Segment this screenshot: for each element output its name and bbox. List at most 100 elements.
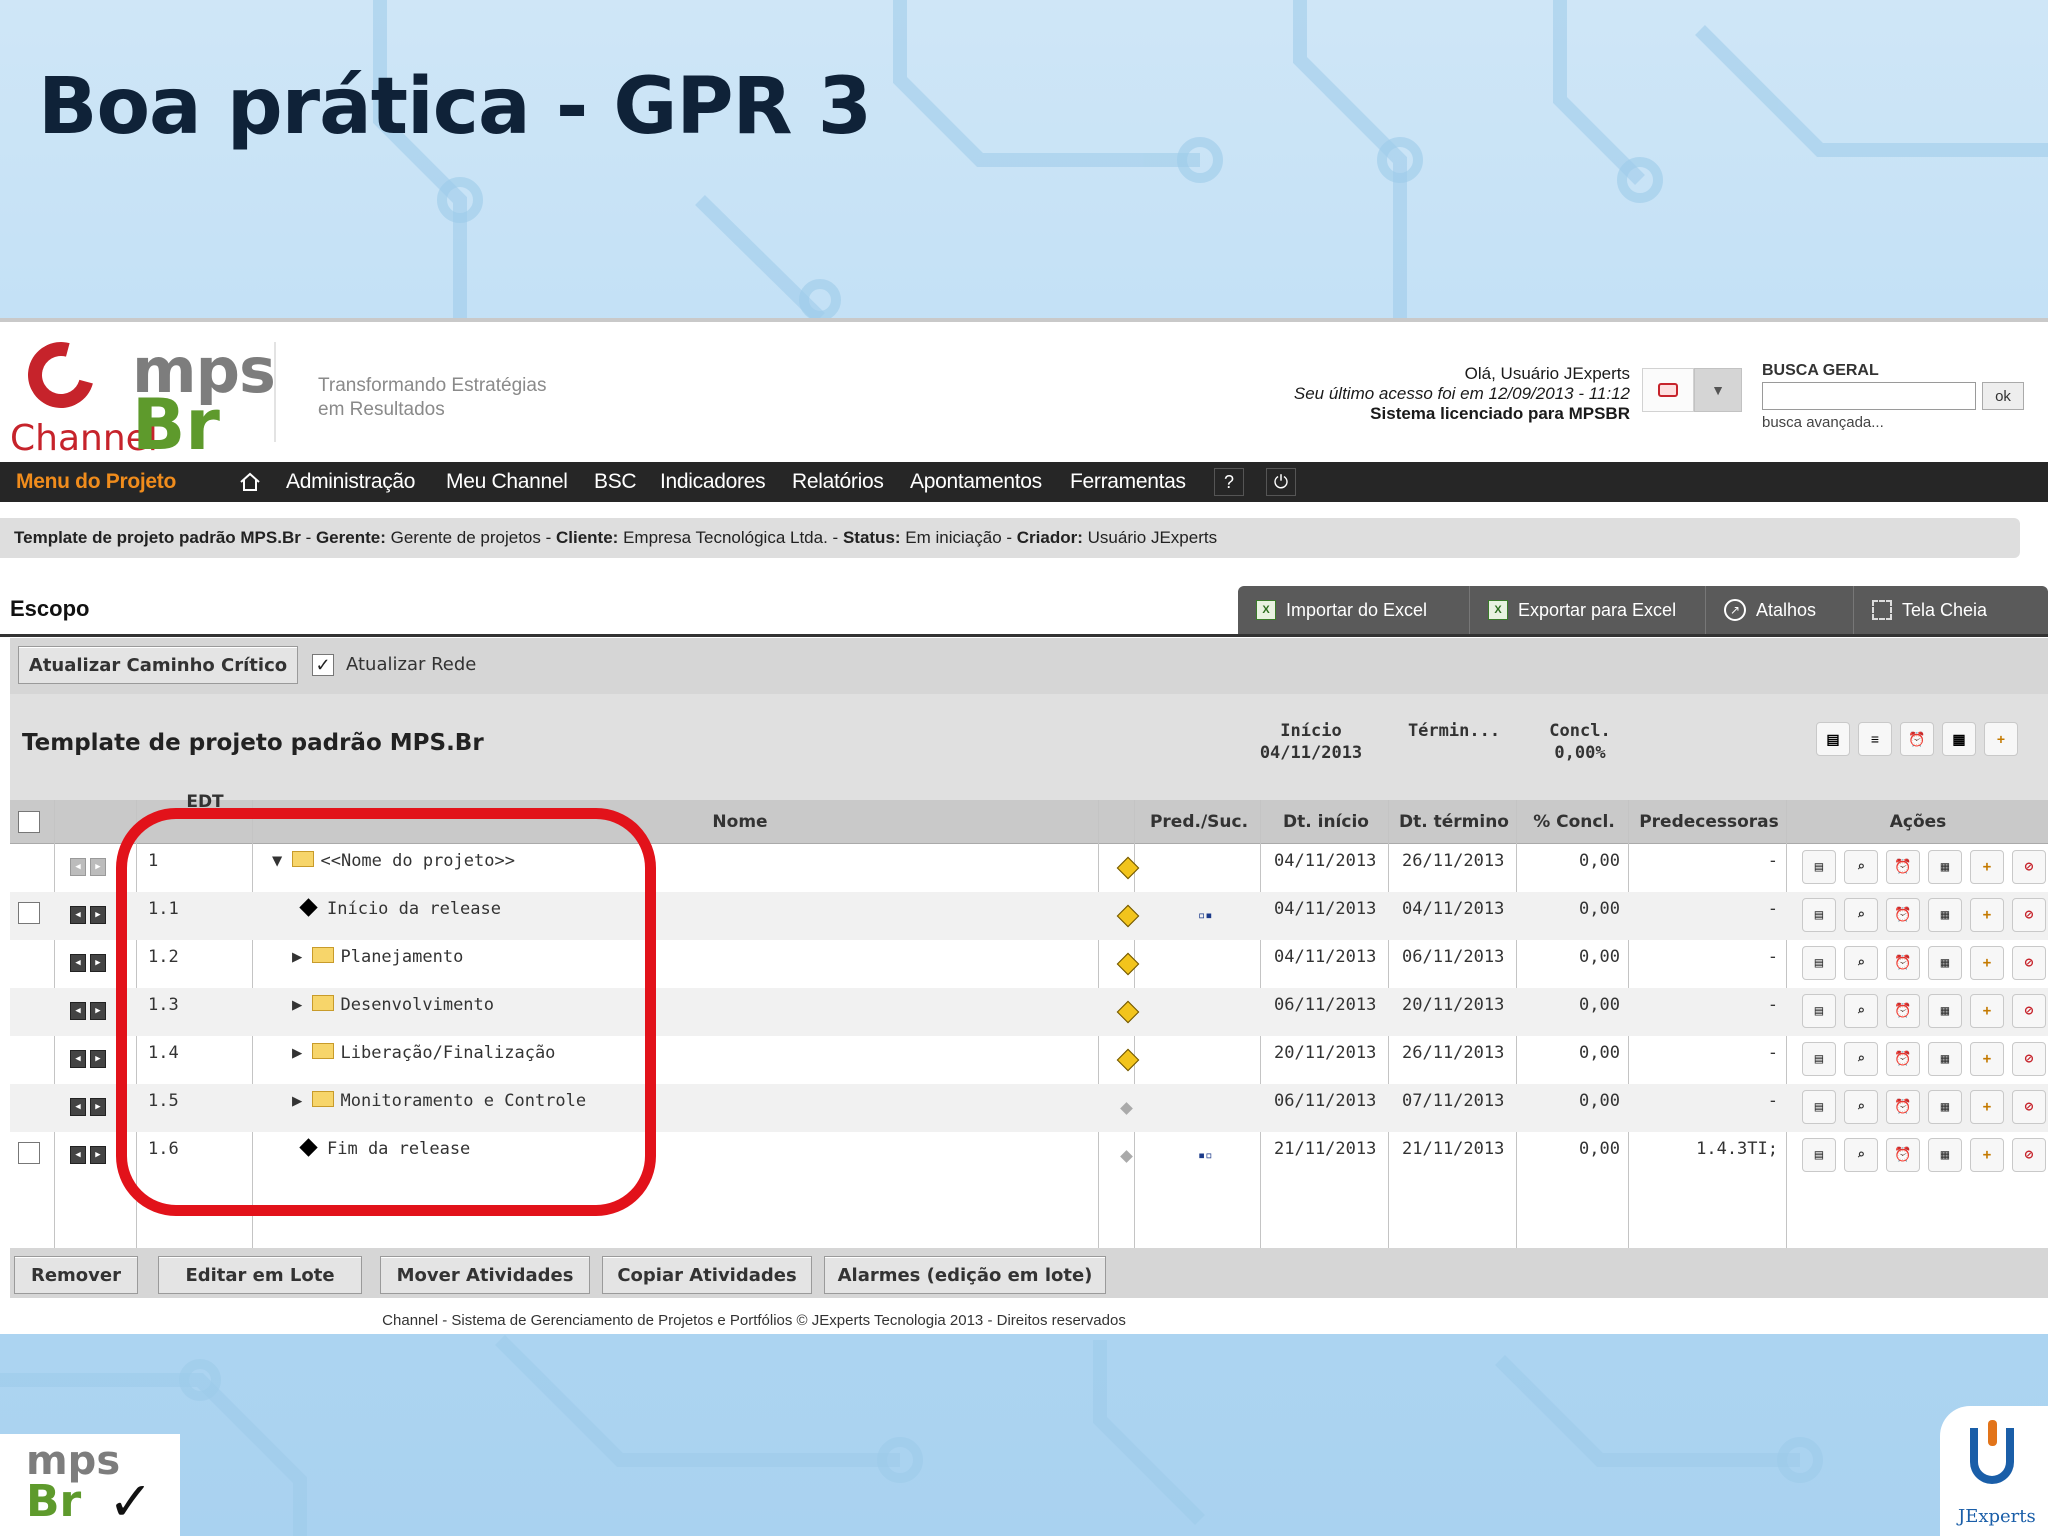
search-icon[interactable]: ⌕ xyxy=(1844,1042,1878,1076)
report-icon[interactable]: ▤ xyxy=(1802,994,1836,1028)
move-left-icon[interactable]: ◀ xyxy=(70,1098,86,1116)
shortcuts-button[interactable]: ↗ Atalhos xyxy=(1706,586,1854,634)
calendar-edit-icon[interactable]: ▦ xyxy=(1928,1042,1962,1076)
calendar-edit-icon[interactable]: ▦ xyxy=(1928,898,1962,932)
row-checkbox[interactable] xyxy=(18,1142,40,1164)
dependency-icon[interactable]: ▪▫ xyxy=(1198,1148,1212,1162)
add-sp-icon[interactable]: + xyxy=(1970,898,2004,932)
add-sp-icon[interactable]: + xyxy=(1970,850,2004,884)
search-input[interactable] xyxy=(1762,382,1976,410)
add-sp-icon[interactable]: + xyxy=(1970,1090,2004,1124)
nav-apontamentos[interactable]: Apontamentos xyxy=(910,462,1042,502)
report-icon[interactable]: ▤ xyxy=(1802,1138,1836,1172)
search-icon[interactable]: ⌕ xyxy=(1844,898,1878,932)
delete-icon[interactable]: ⊘ xyxy=(2012,1138,2046,1172)
export-excel-button[interactable]: X Exportar para Excel xyxy=(1470,586,1706,634)
move-left-icon[interactable]: ◀ xyxy=(70,858,86,876)
bulk-alarms-button[interactable]: Alarmes (edição em lote) xyxy=(824,1256,1106,1294)
nav-bsc[interactable]: BSC xyxy=(594,462,637,502)
alarm-icon[interactable]: ⏰ xyxy=(1886,994,1920,1028)
report-icon[interactable]: ▤ xyxy=(1802,1090,1836,1124)
update-network-checkbox[interactable]: ✓ xyxy=(312,654,334,676)
move-right-icon[interactable]: ▶ xyxy=(90,1002,106,1020)
calendar-edit-icon[interactable]: ▦ xyxy=(1928,994,1962,1028)
move-right-icon[interactable]: ▶ xyxy=(90,1050,106,1068)
channel-logo[interactable]: Channel mps Br xyxy=(8,329,278,466)
report-icon[interactable]: ▤ xyxy=(1816,722,1850,756)
move-right-icon[interactable]: ▶ xyxy=(90,906,106,924)
search-icon[interactable]: ⌕ xyxy=(1844,1138,1878,1172)
delete-icon[interactable]: ⊘ xyxy=(2012,994,2046,1028)
report-icon[interactable]: ▤ xyxy=(1802,898,1836,932)
add-sp-icon[interactable]: + xyxy=(1970,946,2004,980)
delete-icon[interactable]: ⊘ xyxy=(2012,1090,2046,1124)
search-icon[interactable]: ⌕ xyxy=(1844,1090,1878,1124)
col-dt-inicio[interactable]: Dt. início xyxy=(1262,800,1390,844)
move-right-icon[interactable]: ▶ xyxy=(90,1098,106,1116)
nav-ferramentas[interactable]: Ferramentas xyxy=(1070,462,1186,502)
calendar-edit-icon[interactable]: ▦ xyxy=(1928,1090,1962,1124)
nav-relatorios[interactable]: Relatórios xyxy=(792,462,884,502)
report-icon[interactable]: ▤ xyxy=(1802,946,1836,980)
move-left-icon[interactable]: ◀ xyxy=(70,1002,86,1020)
delete-icon[interactable]: ⊘ xyxy=(2012,1042,2046,1076)
delete-icon[interactable]: ⊘ xyxy=(2012,946,2046,980)
power-icon[interactable]: ⏻ xyxy=(1266,468,1296,496)
alarm-icon[interactable]: ⏰ xyxy=(1886,850,1920,884)
add-sp-icon[interactable]: + xyxy=(1970,994,2004,1028)
move-right-icon[interactable]: ▶ xyxy=(90,954,106,972)
add-sp-icon[interactable]: + xyxy=(1984,722,2018,756)
move-left-icon[interactable]: ◀ xyxy=(70,1146,86,1164)
add-sp-icon[interactable]: + xyxy=(1970,1042,2004,1076)
copy-activities-button[interactable]: Copiar Atividades xyxy=(602,1256,812,1294)
select-all-checkbox[interactable] xyxy=(18,811,40,833)
nav-administracao[interactable]: Administração xyxy=(286,462,415,502)
nav-meu-channel[interactable]: Meu Channel xyxy=(446,462,568,502)
col-pred-suc[interactable]: Pred./Suc. xyxy=(1136,800,1262,844)
home-icon[interactable] xyxy=(236,462,264,502)
alarm-icon[interactable]: ⏰ xyxy=(1886,898,1920,932)
move-left-icon[interactable]: ◀ xyxy=(70,906,86,924)
move-right-icon[interactable]: ▶ xyxy=(90,858,106,876)
move-right-icon[interactable]: ▶ xyxy=(90,1146,106,1164)
col-predecessoras[interactable]: Predecessoras xyxy=(1630,800,1788,844)
search-icon[interactable]: ⌕ xyxy=(1844,946,1878,980)
delete-icon[interactable]: ⊘ xyxy=(2012,850,2046,884)
col-concl[interactable]: % Concl. xyxy=(1518,800,1630,844)
gantt-icon[interactable]: ≡ xyxy=(1858,722,1892,756)
alarm-icon[interactable]: ⏰ xyxy=(1886,946,1920,980)
report-icon[interactable]: ▤ xyxy=(1802,1042,1836,1076)
calendar-edit-icon[interactable]: ▦ xyxy=(1928,946,1962,980)
advanced-search-link[interactable]: busca avançada... xyxy=(1762,414,1884,431)
fullscreen-button[interactable]: Tela Cheia xyxy=(1854,586,2048,634)
calendar-edit-icon[interactable]: ▦ xyxy=(1942,722,1976,756)
col-nome[interactable]: Nome xyxy=(650,800,830,844)
col-dt-termino[interactable]: Dt. término xyxy=(1390,800,1518,844)
search-icon[interactable]: ⌕ xyxy=(1844,994,1878,1028)
row-checkbox[interactable] xyxy=(18,902,40,924)
alarm-icon[interactable]: ⏰ xyxy=(1900,722,1934,756)
report-icon[interactable]: ▤ xyxy=(1802,850,1836,884)
calendar-edit-icon[interactable]: ▦ xyxy=(1928,850,1962,884)
dependency-icon[interactable]: ▫▪ xyxy=(1198,908,1212,922)
calendar-edit-icon[interactable]: ▦ xyxy=(1928,1138,1962,1172)
nav-menu-projeto[interactable]: Menu do Projeto xyxy=(16,462,176,502)
search-ok-button[interactable]: ok xyxy=(1982,382,2024,410)
messages-button[interactable] xyxy=(1642,368,1694,412)
nav-indicadores[interactable]: Indicadores xyxy=(660,462,766,502)
help-button[interactable]: ? xyxy=(1214,468,1244,496)
move-left-icon[interactable]: ◀ xyxy=(70,954,86,972)
delete-icon[interactable]: ⊘ xyxy=(2012,898,2046,932)
alarm-icon[interactable]: ⏰ xyxy=(1886,1090,1920,1124)
remove-button[interactable]: Remover xyxy=(14,1256,138,1294)
messages-dropdown-button[interactable]: ▼ xyxy=(1694,368,1742,412)
bulk-edit-button[interactable]: Editar em Lote xyxy=(158,1256,362,1294)
import-excel-button[interactable]: X Importar do Excel xyxy=(1238,586,1470,634)
alarm-icon[interactable]: ⏰ xyxy=(1886,1138,1920,1172)
update-critical-path-button[interactable]: Atualizar Caminho Crítico xyxy=(18,646,298,684)
move-activities-button[interactable]: Mover Atividades xyxy=(380,1256,590,1294)
alarm-icon[interactable]: ⏰ xyxy=(1886,1042,1920,1076)
move-left-icon[interactable]: ◀ xyxy=(70,1050,86,1068)
search-icon[interactable]: ⌕ xyxy=(1844,850,1878,884)
add-sp-icon[interactable]: + xyxy=(1970,1138,2004,1172)
